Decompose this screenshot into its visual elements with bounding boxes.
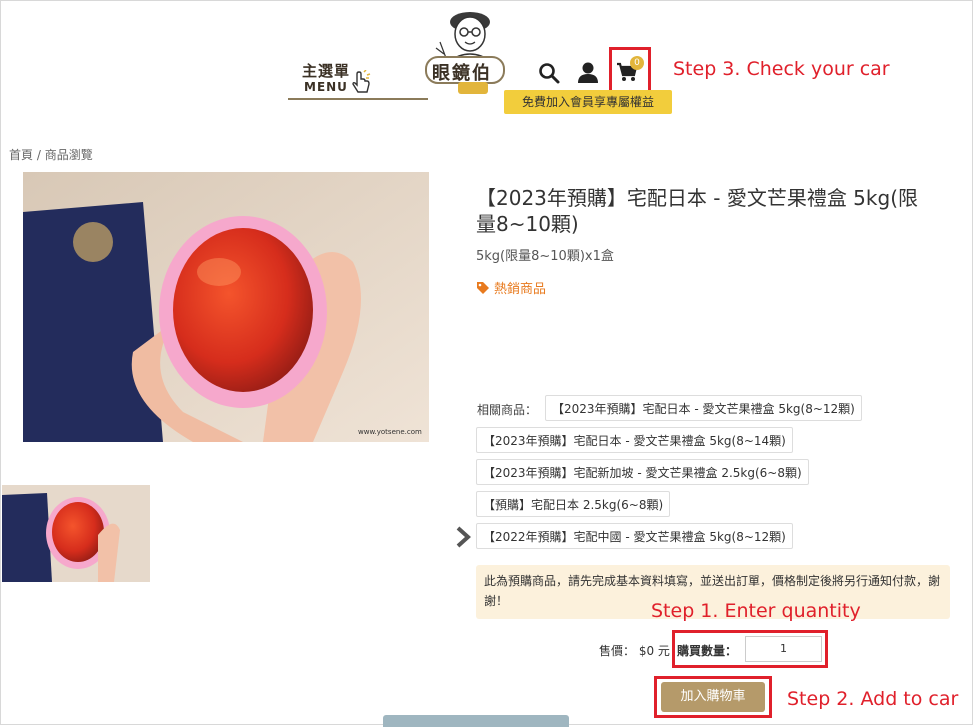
tag-icon [477,282,489,294]
breadcrumb-current[interactable]: 商品瀏覽 [45,148,93,162]
product-main-image[interactable]: www.yotsene.com [23,172,429,442]
site-logo[interactable]: 眼鏡伯 [418,2,516,100]
related-product-item[interactable]: 【2022年預購】宅配中國 - 愛文芒果禮盒 5kg(8~12顆) [476,523,793,549]
breadcrumb-separator: / [33,148,45,162]
step1-annotation: Step 1. Enter quantity [651,600,861,622]
quantity-value: 1 [780,642,787,655]
logo-portrait-icon [425,12,505,94]
step2-annotation: Step 2. Add to car [787,688,959,710]
quantity-label: 購買數量： [677,644,738,658]
search-icon[interactable] [536,60,562,86]
related-product-item[interactable]: 【2023年預購】宅配日本 - 愛文芒果禮盒 5kg(8~14顆) [476,427,793,453]
hot-item-tag[interactable]: 熱銷商品 [476,278,546,297]
cart-count-badge: 0 [630,56,644,70]
quantity-input[interactable]: 1 [745,636,822,662]
related-product-item[interactable]: 【預購】宅配日本 2.5kg(6~8顆) [476,491,671,517]
member-signup-banner[interactable]: 免費加入會員享專屬權益 [504,90,672,114]
product-title: 【2023年預購】宅配日本 - 愛文芒果禮盒 5kg(限量8~10顆) [476,186,918,236]
price-value: $0 元 [638,644,670,658]
related-product-item[interactable]: 【2023年預購】宅配日本 - 愛文芒果禮盒 5kg(8~12顆) [545,395,862,421]
price-label: 售價： [599,644,636,658]
breadcrumb-home[interactable]: 首頁 [9,148,33,162]
image-watermark: www.yotsene.com [358,428,422,436]
price-row: 售價： $0 元 [599,642,670,659]
menu-label-en: MENU [304,80,348,94]
add-to-cart-button[interactable]: 加入購物車 [661,682,765,712]
mango-photo: www.yotsene.com [23,172,429,442]
product-subtitle: 5kg(限量8~10顆)x1盒 [476,249,614,264]
hot-item-label: 熱銷商品 [494,282,547,297]
logo-text: 眼鏡伯 [432,63,492,84]
chevron-right-icon[interactable] [456,526,472,548]
related-products-label: 相關商品： [477,403,538,417]
main-menu-button[interactable]: 主選單 MENU [288,52,428,100]
thumbnail-photo [2,485,150,582]
menu-label-zh: 主選單 [302,62,351,80]
bottom-floating-bar[interactable] [383,715,569,727]
hand-pointer-icon [352,70,371,93]
step3-annotation: Step 3. Check your car [673,58,890,80]
breadcrumb: 首頁 / 商品瀏覽 [9,146,93,163]
product-thumbnail[interactable] [2,485,150,582]
user-icon[interactable] [575,60,601,86]
related-product-item[interactable]: 【2023年預購】宅配新加坡 - 愛文芒果禮盒 2.5kg(6~8顆) [476,459,809,485]
